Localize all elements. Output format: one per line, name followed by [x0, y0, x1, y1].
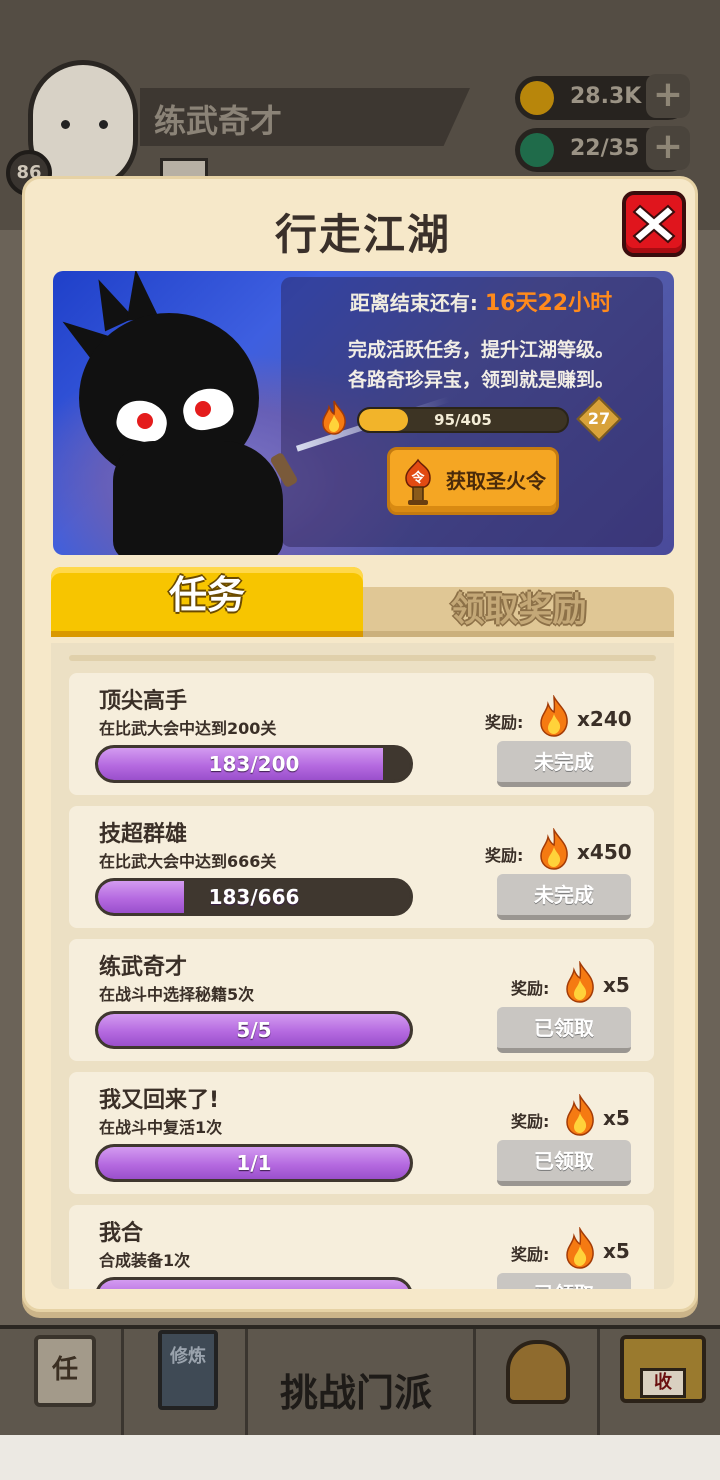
flame-icon	[566, 1094, 594, 1136]
avatar-eye-right	[99, 120, 108, 129]
task-description: 合成装备1次	[99, 1251, 191, 1270]
gem-icon	[520, 133, 554, 167]
coin-count: 28.3K	[570, 84, 642, 109]
task-title: 技超群雄	[99, 822, 188, 847]
flame-icon	[566, 1227, 594, 1269]
reward-label: 奖励:	[511, 979, 550, 998]
reward-count: x240	[577, 707, 632, 731]
reward-label: 奖励:	[511, 1245, 550, 1264]
system-bottom-bar	[0, 1435, 720, 1480]
avatar-eye-left	[61, 120, 70, 129]
level-progress-text: 95/405	[434, 411, 492, 429]
scroll-icon: 任	[34, 1335, 96, 1407]
task-title: 我又回来了!	[99, 1088, 220, 1113]
flame-icon	[322, 400, 346, 435]
event-description: 完成活跃任务，提升江湖等级。 各路奇珍异宝，领到就是赚到。	[311, 335, 651, 395]
task-description: 在比武大会中达到200关	[99, 719, 277, 738]
task-status-button[interactable]: 已领取	[497, 1273, 631, 1289]
task-list[interactable]: 顶尖高手 在比武大会中达到200关 183/200 奖励: x240 未完成 技…	[51, 643, 674, 1289]
tab-rewards-label: 领取奖励	[450, 590, 587, 630]
flame-icon	[540, 828, 568, 870]
task-progress-bar: 5/5	[95, 1011, 413, 1049]
add-gems-button[interactable]: +	[646, 126, 690, 170]
task-status-button[interactable]: 已领取	[497, 1140, 631, 1186]
task-status-button[interactable]: 未完成	[497, 741, 631, 787]
task-progress-text: 183/200	[208, 752, 300, 776]
task-title: 顶尖高手	[99, 689, 188, 714]
level-progress-bar: 95/405	[357, 407, 569, 433]
reward-label: 奖励:	[485, 846, 524, 865]
player-name: 练武奇才	[154, 102, 283, 140]
get-torch-order-label: 获取圣火令	[446, 469, 546, 493]
jianghu-modal: 行走江湖 距离结束还有: 16天22小时 完成活跃任务，提升江湖等级。 各路奇珍…	[22, 176, 698, 1312]
reward-count: x450	[577, 840, 632, 864]
get-torch-order-button[interactable]: 令 获取圣火令	[387, 447, 559, 515]
task-description: 在比武大会中达到666关	[99, 852, 277, 871]
reward-label: 奖励:	[511, 1112, 550, 1131]
tab-tasks-label: 任务	[168, 573, 245, 617]
countdown-label: 距离结束还有:	[349, 291, 478, 315]
add-coins-button[interactable]: +	[646, 74, 690, 118]
flame-icon	[566, 961, 594, 1003]
task-progress-text: 1/1	[236, 1151, 272, 1175]
task-progress-bar: 183/200	[95, 745, 413, 783]
task-description: 在战斗中复活1次	[99, 1118, 223, 1137]
task-progress-bar: 1/1	[95, 1144, 413, 1182]
gem-count: 22/35	[570, 136, 640, 161]
task-progress-text	[98, 1280, 410, 1289]
task-row: 我又回来了! 在战斗中复活1次 1/1 奖励: x5 已领取	[69, 1072, 654, 1194]
task-status-button[interactable]: 未完成	[497, 874, 631, 920]
list-divider	[69, 655, 656, 661]
countdown-value: 16天22小时	[484, 291, 613, 316]
modal-title: 行走江湖	[274, 210, 451, 259]
helmet-icon	[506, 1340, 570, 1404]
torch-icon: 令	[405, 458, 431, 505]
task-row: 技超群雄 在比武大会中达到666关 183/666 奖励: x450 未完成	[69, 806, 654, 928]
task-title: 练武奇才	[99, 955, 188, 980]
nav-challenge-label: 挑战门派	[280, 1371, 433, 1415]
reward-count: x5	[603, 1106, 630, 1130]
coin-icon	[520, 81, 554, 115]
close-button[interactable]	[622, 191, 686, 257]
event-banner: 距离结束还有: 16天22小时 完成活跃任务，提升江湖等级。 各路奇珍异宝，领到…	[53, 271, 674, 555]
task-status-button[interactable]: 已领取	[497, 1007, 631, 1053]
tab-tasks[interactable]: 任务	[51, 567, 363, 637]
torch-icon-glyph: 令	[411, 470, 425, 486]
description-line-2: 各路奇珍异宝，领到就是赚到。	[347, 369, 614, 391]
book-icon: 修炼	[158, 1330, 218, 1410]
task-progress-bar: 183/666	[95, 878, 413, 916]
task-row: 顶尖高手 在比武大会中达到200关 183/200 奖励: x240 未完成	[69, 673, 654, 795]
task-description: 在战斗中选择秘籍5次	[99, 985, 255, 1004]
task-progress-text: 183/666	[208, 885, 300, 909]
task-row: 我合 合成装备1次 奖励: x5 已领取	[69, 1205, 654, 1289]
flame-icon	[540, 695, 568, 737]
task-progress-bar	[95, 1277, 413, 1289]
description-line-1: 完成活跃任务，提升江湖等级。	[347, 339, 614, 361]
tab-rewards[interactable]: 领取奖励	[363, 587, 674, 637]
reward-count: x5	[603, 1239, 630, 1263]
task-row: 练武奇才 在战斗中选择秘籍5次 5/5 奖励: x5 已领取	[69, 939, 654, 1061]
countdown: 距离结束还有: 16天22小时	[311, 285, 651, 317]
task-progress-text: 5/5	[236, 1018, 272, 1042]
reward-label: 奖励:	[485, 713, 524, 732]
reward-count: x5	[603, 973, 630, 997]
close-x-icon	[632, 204, 676, 244]
shop-sign: 收	[640, 1368, 686, 1398]
task-title: 我合	[99, 1221, 144, 1246]
jianghu-level: 27	[587, 409, 611, 428]
